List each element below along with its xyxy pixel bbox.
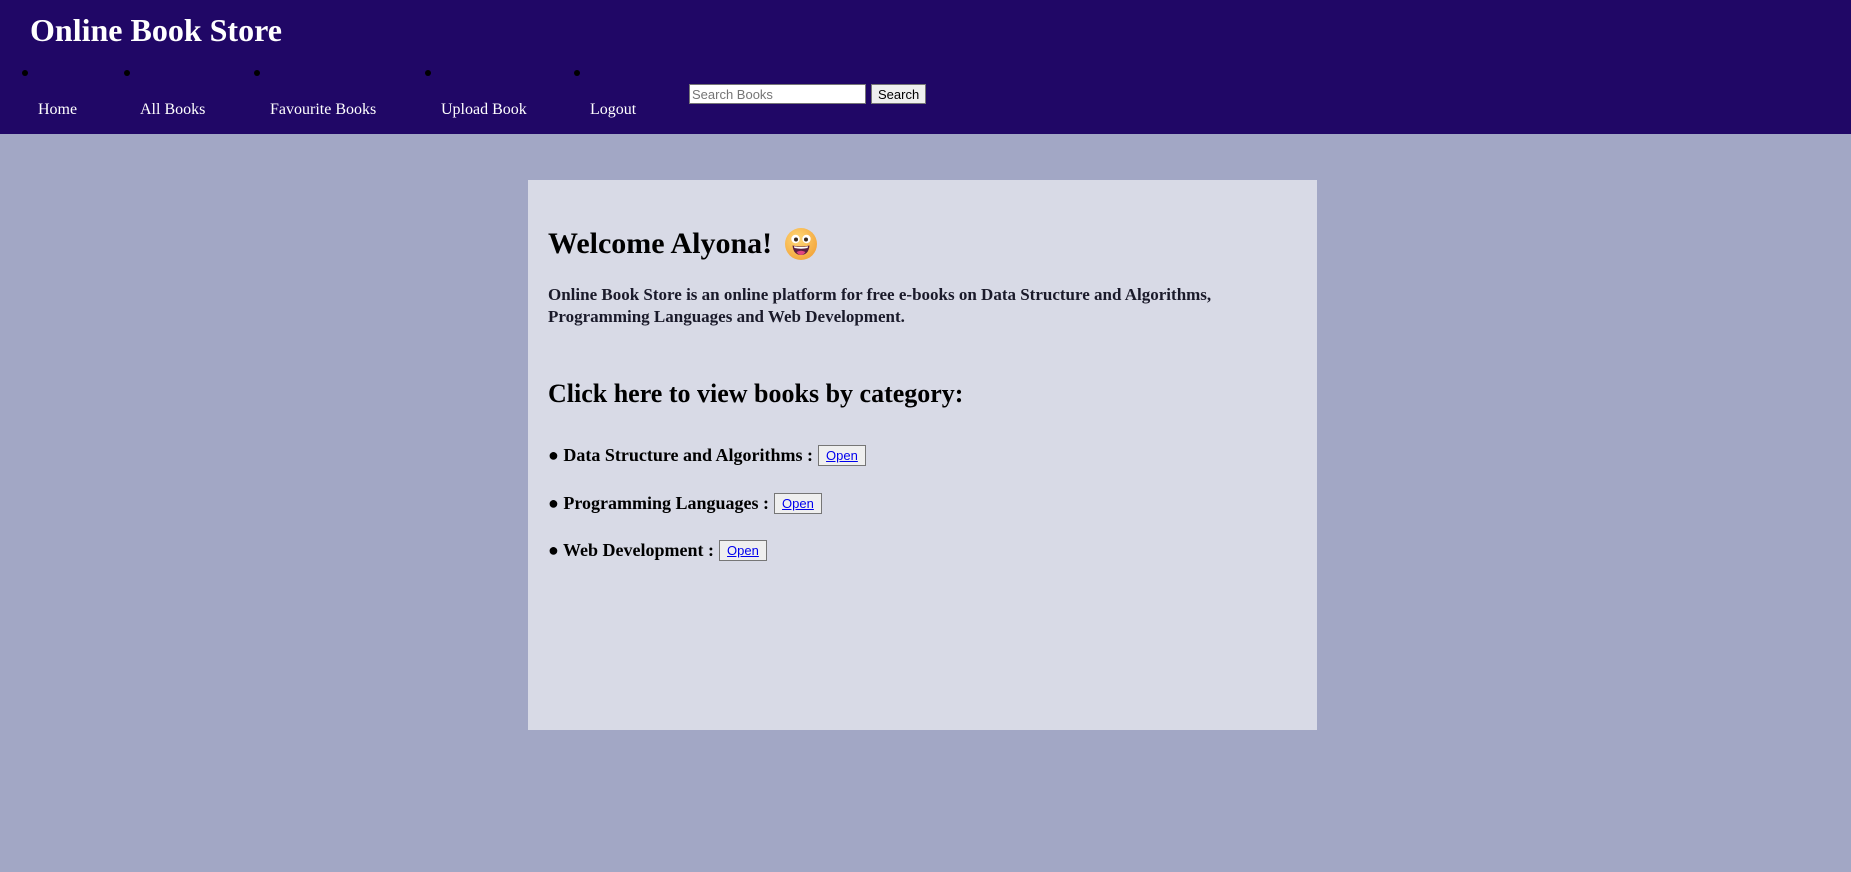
search-form: Search bbox=[689, 84, 927, 104]
nav-link-logout[interactable]: Logout bbox=[590, 101, 636, 119]
welcome-panel: Welcome Alyona! Online Book Store is an … bbox=[528, 180, 1317, 730]
bullet-icon bbox=[124, 70, 130, 76]
intro-text: Online Book Store is an online platform … bbox=[548, 285, 1212, 326]
welcome-heading: Welcome Alyona! bbox=[548, 226, 818, 262]
search-button[interactable]: Search bbox=[871, 84, 927, 104]
open-web-development-button[interactable]: Open bbox=[719, 539, 767, 561]
main-nav: Home All Books Favourite Books Upload Bo… bbox=[0, 70, 700, 130]
category-item-dsa: ● Data Structure and Algorithms : Open bbox=[548, 443, 866, 467]
grinning-face-icon bbox=[785, 228, 818, 260]
bullet-icon bbox=[22, 70, 28, 76]
category-heading: Click here to view books by category: bbox=[548, 379, 964, 408]
bullet-icon bbox=[574, 70, 580, 76]
nav-link-upload-book[interactable]: Upload Book bbox=[441, 101, 527, 119]
category-label: ● Programming Languages : bbox=[548, 493, 770, 513]
site-title: Online Book Store bbox=[30, 12, 282, 48]
category-label: ● Data Structure and Algorithms : bbox=[548, 445, 814, 465]
nav-link-home[interactable]: Home bbox=[38, 101, 77, 119]
category-item-programming-languages: ● Programming Languages : Open bbox=[548, 491, 822, 515]
nav-link-all-books[interactable]: All Books bbox=[140, 101, 205, 119]
category-label: ● Web Development : bbox=[548, 540, 715, 560]
category-item-web-development: ● Web Development : Open bbox=[548, 538, 767, 562]
nav-link-favourite-books[interactable]: Favourite Books bbox=[270, 101, 376, 119]
search-input[interactable] bbox=[689, 84, 866, 104]
open-dsa-button[interactable]: Open bbox=[818, 444, 866, 466]
bullet-icon bbox=[425, 70, 431, 76]
open-programming-languages-button[interactable]: Open bbox=[774, 492, 822, 514]
site-header: Online Book Store Home All Books Favouri… bbox=[0, 0, 1851, 134]
bullet-icon bbox=[254, 70, 260, 76]
welcome-text: Welcome Alyona! bbox=[548, 227, 773, 260]
